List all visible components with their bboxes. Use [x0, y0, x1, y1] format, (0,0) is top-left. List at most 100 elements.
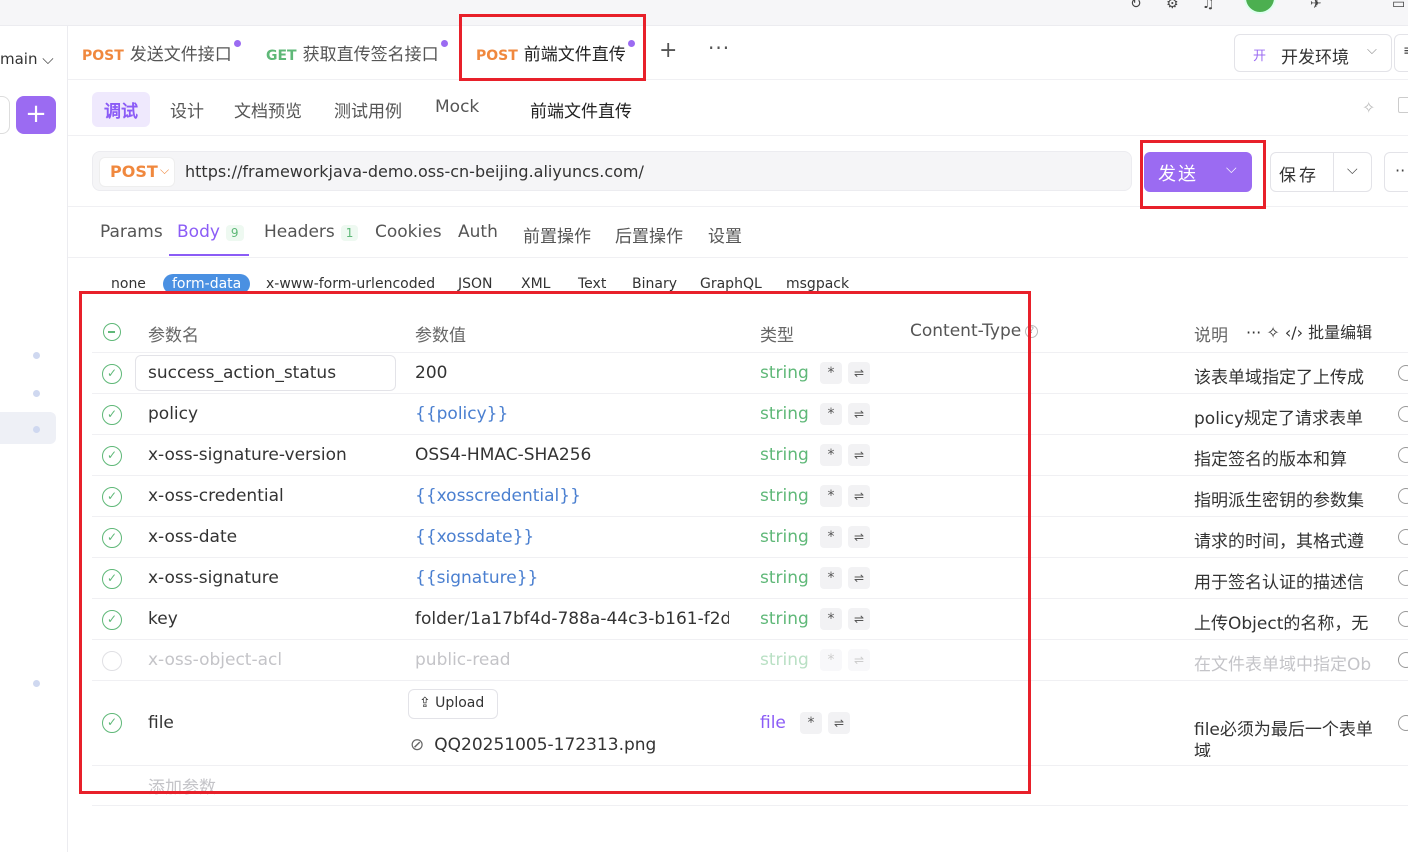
param-name[interactable]: x-oss-date [148, 527, 237, 547]
project-selector[interactable]: main ⌵ [0, 50, 54, 68]
tab-post-ops[interactable]: 后置操作 [615, 222, 683, 247]
row-checkbox[interactable] [102, 651, 122, 671]
param-type[interactable]: string [760, 609, 809, 629]
remove-icon[interactable] [1398, 447, 1408, 463]
required-toggle[interactable]: * [820, 649, 842, 671]
subtab-mock[interactable]: Mock [435, 97, 479, 117]
encode-toggle-icon[interactable]: ⇌ [848, 649, 870, 671]
remove-icon[interactable] [1398, 611, 1408, 627]
body-type-graphql[interactable]: GraphQL [700, 276, 762, 292]
param-name[interactable]: policy [148, 404, 198, 424]
param-type[interactable]: string [760, 363, 809, 383]
sidebar-search-input[interactable] [0, 96, 10, 134]
param-desc[interactable]: 请求的时间，其格式遵 [1194, 527, 1380, 552]
body-type-msgpack[interactable]: msgpack [786, 276, 849, 292]
row-checkbox[interactable]: ✓ [102, 528, 122, 548]
tab-auth[interactable]: Auth [458, 222, 498, 242]
request-name[interactable]: 前端文件直传 [530, 97, 632, 122]
upload-button[interactable]: ⇪ Upload [408, 689, 498, 719]
remove-icon[interactable] [1398, 365, 1408, 381]
add-button[interactable]: + [16, 96, 56, 134]
param-name-input[interactable]: success_action_status [135, 355, 396, 391]
refresh-icon[interactable]: ↻ [1130, 0, 1150, 12]
save-button[interactable]: 保存 ⌵ [1270, 152, 1372, 192]
param-value[interactable]: {{xossdate}} [415, 527, 534, 547]
tab-send-file[interactable]: POST 发送文件接口 [82, 40, 241, 65]
param-name[interactable]: x-oss-object-acl [148, 650, 282, 670]
param-type[interactable]: file [760, 713, 786, 733]
required-toggle[interactable]: * [820, 485, 842, 507]
body-type-form-data[interactable]: form-data [163, 274, 251, 294]
url-input[interactable]: https://frameworkjava-demo.oss-cn-beijin… [185, 162, 644, 181]
subtab-debug[interactable]: 调试 [92, 92, 150, 127]
param-value[interactable]: {{xosscredential}} [415, 486, 581, 506]
remove-icon[interactable] [1398, 715, 1408, 731]
param-desc[interactable]: 在文件表单域中指定Ob [1194, 650, 1380, 675]
tab-get-signature[interactable]: GET 获取直传签名接口 [266, 40, 448, 65]
remove-icon[interactable] [1398, 529, 1408, 545]
method-select[interactable]: POST ⌵ [99, 157, 175, 187]
param-name[interactable]: key [148, 609, 178, 629]
info-icon[interactable]: ? [1025, 324, 1039, 338]
body-type-text[interactable]: Text [578, 276, 606, 292]
body-type-xml[interactable]: XML [521, 276, 550, 292]
param-value[interactable]: 200 [415, 363, 447, 383]
required-toggle[interactable]: * [820, 444, 842, 466]
encode-toggle-icon[interactable]: ⇌ [848, 485, 870, 507]
new-tab-button[interactable]: + [659, 38, 677, 63]
environment-selector[interactable]: 开 开发环境 ⌵ [1234, 34, 1392, 72]
remove-icon[interactable] [1398, 652, 1408, 668]
window-icon[interactable]: ▭ [1392, 0, 1408, 12]
remove-icon[interactable] [1398, 488, 1408, 504]
remove-icon[interactable] [1398, 406, 1408, 422]
required-toggle[interactable]: * [820, 526, 842, 548]
param-type[interactable]: string [760, 527, 809, 547]
param-name[interactable]: x-oss-credential [148, 486, 284, 506]
param-name[interactable]: file [148, 713, 174, 733]
encode-toggle-icon[interactable]: ⇌ [848, 567, 870, 589]
param-desc[interactable]: 指明派生密钥的参数集 [1194, 486, 1380, 511]
param-type[interactable]: string [760, 650, 809, 670]
param-type[interactable]: string [760, 445, 809, 465]
magic-wand-icon[interactable]: ✧ [1362, 98, 1375, 117]
subtab-test-cases[interactable]: 测试用例 [334, 97, 402, 122]
encode-toggle-icon[interactable]: ⇌ [848, 608, 870, 630]
param-value[interactable]: OSS4-HMAC-SHA256 [415, 445, 591, 465]
tab-frontend-upload[interactable]: POST 前端文件直传 [476, 40, 635, 65]
menu-icon[interactable]: ≡ [1394, 34, 1408, 72]
send-button[interactable]: 发送 ⌵ [1144, 152, 1252, 192]
subtab-doc-preview[interactable]: 文档预览 [234, 97, 302, 122]
param-desc[interactable]: 该表单域指定了上传成 [1194, 363, 1380, 388]
attached-file[interactable]: ⊘ QQ20251005-172313.png [410, 735, 656, 755]
select-all-checkbox[interactable] [103, 323, 121, 341]
row-checkbox[interactable]: ✓ [102, 405, 122, 425]
required-toggle[interactable]: * [800, 712, 822, 734]
row-checkbox[interactable]: ✓ [102, 610, 122, 630]
remove-icon[interactable] [1398, 570, 1408, 586]
encode-toggle-icon[interactable]: ⇌ [828, 712, 850, 734]
avatar[interactable] [1244, 0, 1276, 14]
row-checkbox[interactable]: ✓ [102, 569, 122, 589]
body-type-json[interactable]: JSON [458, 276, 493, 292]
body-type-none[interactable]: none [111, 276, 146, 292]
panel-icon[interactable] [1398, 97, 1408, 113]
row-checkbox[interactable]: ✓ [102, 487, 122, 507]
param-value[interactable]: folder/1a17bf4d-788a-44c3-b161-f2d20e [415, 609, 729, 629]
param-desc[interactable]: policy规定了请求表单 [1194, 404, 1380, 429]
batch-edit-tools[interactable]: ··· ✧ ‹/› 批量编辑 [1246, 319, 1372, 343]
tab-cookies[interactable]: Cookies [375, 222, 442, 242]
param-value[interactable]: {{policy}} [415, 404, 508, 424]
param-name[interactable]: x-oss-signature-version [148, 445, 347, 465]
encode-toggle-icon[interactable]: ⇌ [848, 444, 870, 466]
param-name[interactable]: x-oss-signature [148, 568, 279, 588]
subtab-design[interactable]: 设计 [170, 97, 204, 122]
param-type[interactable]: string [760, 568, 809, 588]
required-toggle[interactable]: * [820, 362, 842, 384]
encode-toggle-icon[interactable]: ⇌ [848, 362, 870, 384]
encode-toggle-icon[interactable]: ⇌ [848, 403, 870, 425]
chevron-down-icon[interactable]: ⌵ [1347, 162, 1358, 178]
param-desc[interactable]: file必须为最后一个表单域 [1194, 719, 1384, 757]
param-value[interactable]: {{signature}} [415, 568, 538, 588]
param-value[interactable]: public-read [415, 650, 511, 670]
param-type[interactable]: string [760, 486, 809, 506]
